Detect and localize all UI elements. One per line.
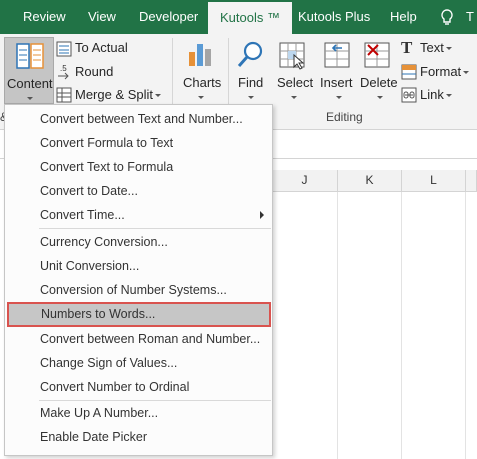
menu-item-label: Convert Time... bbox=[40, 208, 125, 222]
column-header-k[interactable]: K bbox=[338, 170, 402, 192]
menu-item-convert-formula-to-text[interactable]: Convert Formula to Text bbox=[6, 131, 272, 155]
tab-review[interactable]: Review bbox=[23, 0, 66, 34]
text-icon: T bbox=[401, 38, 413, 57]
select-label: Select bbox=[277, 75, 314, 90]
grid-line bbox=[337, 192, 338, 459]
tab-tell-me-fragment[interactable]: T bbox=[466, 0, 474, 34]
excel-window: Review View Developer Kutools ™ Kutools … bbox=[0, 0, 477, 459]
select-icon bbox=[279, 42, 307, 70]
column-header-j[interactable]: J bbox=[272, 170, 338, 192]
to-actual-icon bbox=[56, 41, 72, 57]
chevron-down-icon bbox=[377, 96, 383, 99]
chevron-down-icon bbox=[463, 71, 469, 74]
menu-item-unit-conversion[interactable]: Unit Conversion... bbox=[6, 254, 272, 278]
merge-split-button[interactable]: Merge & Split bbox=[56, 85, 164, 105]
format-label: Format bbox=[420, 64, 462, 79]
chevron-down-icon bbox=[155, 94, 161, 97]
format-button[interactable]: Format bbox=[401, 62, 477, 82]
content-label: Content bbox=[7, 76, 53, 91]
tab-kutools[interactable]: Kutools ™ bbox=[208, 2, 292, 34]
ribbon-tab-bar: Review View Developer Kutools ™ Kutools … bbox=[0, 0, 477, 34]
content-icon bbox=[15, 42, 45, 70]
chevron-down-icon bbox=[446, 47, 452, 50]
chevron-right-icon bbox=[260, 211, 264, 219]
insert-icon bbox=[324, 42, 352, 70]
round-label: Round bbox=[75, 64, 114, 79]
find-button[interactable]: Find bbox=[232, 38, 270, 104]
chevron-down-icon bbox=[446, 94, 452, 97]
menu-item-enable-date-picker[interactable]: Enable Date Picker bbox=[6, 425, 272, 449]
link-label: Link bbox=[420, 87, 444, 102]
menu-item-currency-conversion[interactable]: Currency Conversion... bbox=[6, 230, 272, 254]
to-actual-label: To Actual bbox=[75, 40, 128, 55]
tab-help[interactable]: Help bbox=[390, 0, 417, 34]
chevron-down-icon bbox=[336, 96, 342, 99]
charts-button[interactable]: Charts bbox=[178, 38, 224, 104]
grid-line bbox=[465, 192, 466, 459]
menu-item-convert-text-to-formula[interactable]: Convert Text to Formula bbox=[6, 155, 272, 179]
menu-item-convert-text-number[interactable]: Convert between Text and Number... bbox=[6, 107, 272, 131]
menu-separator bbox=[39, 228, 271, 229]
bar-chart-icon bbox=[186, 40, 214, 68]
link-icon bbox=[401, 87, 417, 103]
delete-icon bbox=[364, 42, 392, 70]
menu-item-convert-time[interactable]: Convert Time... bbox=[6, 203, 272, 227]
column-header-partial[interactable] bbox=[466, 170, 477, 192]
text-label: Text bbox=[420, 40, 444, 55]
content-button[interactable]: Content bbox=[4, 37, 54, 104]
menu-item-number-systems[interactable]: Conversion of Number Systems... bbox=[6, 278, 272, 302]
chevron-down-icon bbox=[248, 96, 254, 99]
tab-view[interactable]: View bbox=[88, 0, 116, 34]
grid-line bbox=[401, 192, 402, 459]
insert-label: Insert bbox=[320, 75, 353, 90]
lightbulb-icon[interactable] bbox=[440, 9, 454, 26]
editing-group-label: Editing bbox=[326, 110, 363, 124]
menu-item-number-to-ordinal[interactable]: Convert Number to Ordinal bbox=[6, 375, 272, 399]
round-button[interactable]: .5 Round bbox=[56, 62, 156, 82]
charts-label: Charts bbox=[183, 75, 222, 90]
merge-split-label: Merge & Split bbox=[75, 87, 154, 102]
magnifier-icon bbox=[236, 40, 266, 70]
delete-label: Delete bbox=[360, 75, 398, 90]
select-button[interactable]: Select bbox=[273, 38, 315, 104]
link-button[interactable]: Link bbox=[401, 85, 473, 105]
svg-text:.5: .5 bbox=[60, 64, 67, 73]
round-icon: .5 bbox=[56, 63, 72, 81]
chevron-down-icon bbox=[27, 97, 33, 100]
tab-developer[interactable]: Developer bbox=[139, 0, 198, 34]
format-icon bbox=[401, 64, 417, 80]
menu-item-change-sign[interactable]: Change Sign of Values... bbox=[6, 351, 272, 375]
text-button[interactable]: T Text bbox=[401, 38, 473, 59]
column-header-l[interactable]: L bbox=[402, 170, 466, 192]
chevron-down-icon bbox=[198, 96, 204, 99]
menu-item-convert-to-date[interactable]: Convert to Date... bbox=[6, 179, 272, 203]
menu-item-make-up-number[interactable]: Make Up A Number... bbox=[6, 401, 272, 425]
tab-kutools-plus[interactable]: Kutools Plus bbox=[298, 0, 370, 34]
insert-button[interactable]: Insert bbox=[318, 38, 358, 104]
chevron-down-icon bbox=[291, 96, 297, 99]
find-label: Find bbox=[238, 75, 264, 90]
delete-button[interactable]: Delete bbox=[360, 38, 400, 104]
menu-item-roman-number[interactable]: Convert between Roman and Number... bbox=[6, 327, 272, 351]
menu-item-numbers-to-words[interactable]: Numbers to Words... bbox=[7, 302, 271, 327]
to-actual-button[interactable]: To Actual bbox=[56, 39, 156, 59]
merge-split-icon bbox=[56, 87, 72, 103]
content-dropdown-menu: Convert between Text and Number... Conve… bbox=[4, 104, 273, 456]
